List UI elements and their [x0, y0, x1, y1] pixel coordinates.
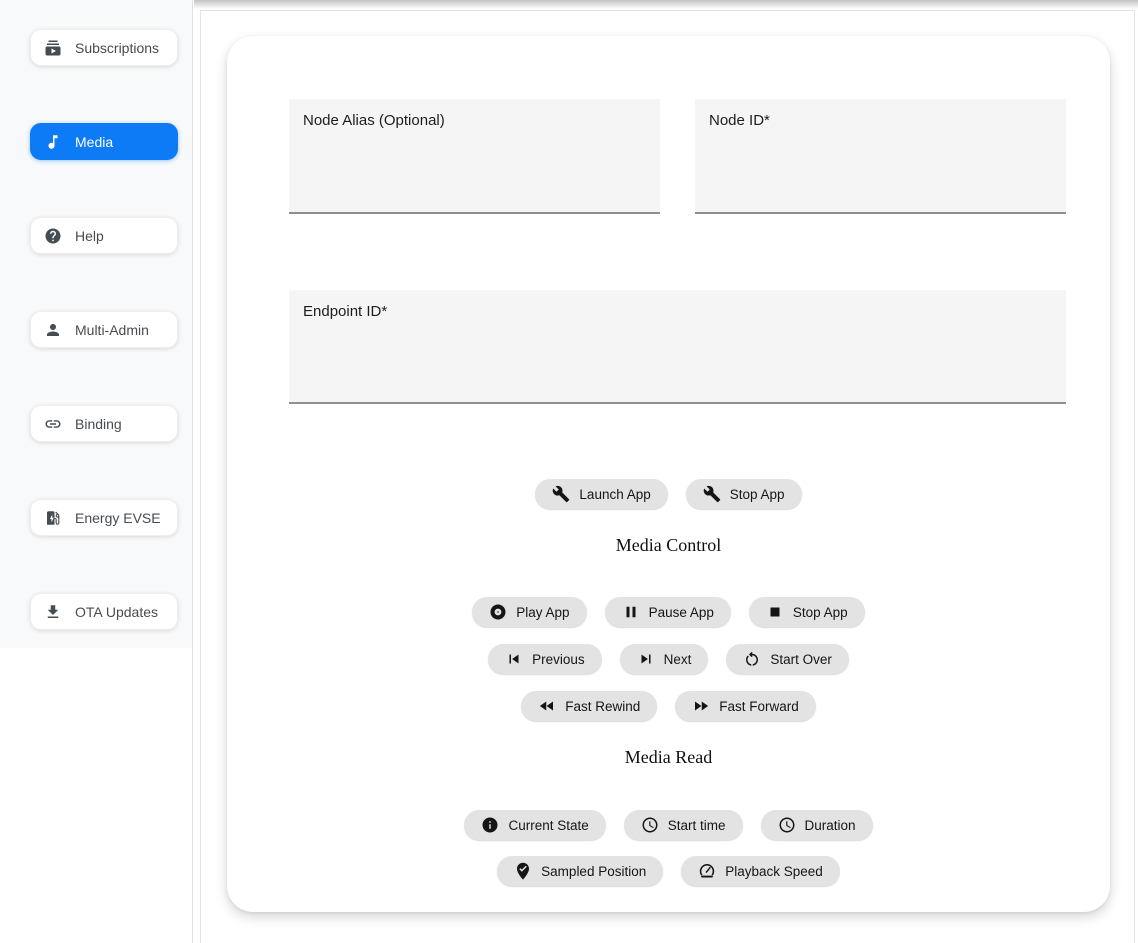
- media-cluster-card: Node Alias (Optional) Node ID* Endpoint …: [227, 36, 1110, 912]
- media-control-heading: Media Control: [227, 536, 1110, 554]
- sidebar-item-subscriptions[interactable]: Subscriptions: [30, 29, 178, 66]
- sidebar-item-label: OTA Updates: [75, 604, 158, 620]
- fast-forward-label: Fast Forward: [719, 699, 799, 714]
- sampled-position-button[interactable]: Sampled Position: [497, 856, 663, 886]
- sampled-position-label: Sampled Position: [541, 864, 646, 879]
- start-time-button[interactable]: Start time: [624, 810, 743, 840]
- play-app-label: Play App: [516, 605, 569, 620]
- current-state-button[interactable]: Current State: [464, 810, 605, 840]
- restart-icon: [743, 650, 761, 668]
- previous-label: Previous: [532, 652, 585, 667]
- media-read-heading: Media Read: [227, 748, 1110, 766]
- fast-rewind-icon: [538, 697, 556, 715]
- stop-icon: [766, 603, 784, 621]
- current-state-label: Current State: [508, 818, 588, 833]
- app-actions-row: Launch App Stop App: [227, 479, 1110, 509]
- duration-button[interactable]: Duration: [761, 810, 873, 840]
- stop-app-media-label: Stop App: [793, 605, 848, 620]
- endpoint-field-row: Endpoint ID*: [289, 290, 1066, 404]
- pause-app-label: Pause App: [649, 605, 714, 620]
- media-control-row-1: Play App Pause App Stop App: [227, 597, 1110, 627]
- content-panel: Node Alias (Optional) Node ID* Endpoint …: [200, 10, 1135, 943]
- node-alias-label: Node Alias (Optional): [303, 112, 445, 129]
- sidebar-item-binding[interactable]: Binding: [30, 405, 178, 442]
- top-scroll-shadow: [194, 0, 1138, 9]
- wrench-icon: [552, 485, 570, 503]
- playback-speed-button[interactable]: Playback Speed: [681, 856, 840, 886]
- next-button[interactable]: Next: [620, 644, 709, 674]
- start-time-label: Start time: [668, 818, 726, 833]
- start-over-button[interactable]: Start Over: [726, 644, 849, 674]
- sidebar-item-label: Subscriptions: [75, 40, 159, 56]
- sidebar-item-help[interactable]: Help: [30, 217, 178, 254]
- play-app-button[interactable]: Play App: [472, 597, 586, 627]
- clock-icon: [778, 816, 796, 834]
- download-icon: [44, 603, 62, 621]
- main-area: Node Alias (Optional) Node ID* Endpoint …: [193, 0, 1138, 943]
- location-check-icon: [514, 862, 532, 880]
- sidebar: Subscriptions Media Help Multi-Admin Bin: [0, 0, 193, 943]
- node-fields-row: Node Alias (Optional) Node ID*: [289, 99, 1066, 214]
- fast-rewind-label: Fast Rewind: [565, 699, 640, 714]
- start-over-label: Start Over: [770, 652, 832, 667]
- playback-speed-label: Playback Speed: [725, 864, 823, 879]
- endpoint-id-label: Endpoint ID*: [303, 303, 387, 320]
- fast-rewind-button[interactable]: Fast Rewind: [521, 691, 657, 721]
- pause-icon: [622, 603, 640, 621]
- endpoint-id-field[interactable]: Endpoint ID*: [289, 290, 1066, 404]
- skip-previous-icon: [505, 650, 523, 668]
- help-icon: [44, 227, 62, 245]
- sidebar-nav: Subscriptions Media Help Multi-Admin Bin: [0, 0, 192, 648]
- info-icon: [481, 816, 499, 834]
- clock-icon: [641, 816, 659, 834]
- fast-forward-button[interactable]: Fast Forward: [675, 691, 816, 721]
- sidebar-item-label: Energy EVSE: [75, 510, 161, 526]
- node-alias-field[interactable]: Node Alias (Optional): [289, 99, 660, 214]
- sidebar-item-label: Help: [75, 228, 104, 244]
- ev-station-icon: [44, 509, 62, 527]
- music-note-icon: [44, 133, 62, 151]
- node-id-field[interactable]: Node ID*: [695, 99, 1066, 214]
- stop-app-label: Stop App: [730, 487, 785, 502]
- fast-forward-icon: [692, 697, 710, 715]
- media-read-row-2: Sampled Position Playback Speed: [227, 856, 1110, 886]
- pause-app-button[interactable]: Pause App: [605, 597, 731, 627]
- person-icon: [44, 321, 62, 339]
- media-control-row-3: Fast Rewind Fast Forward: [227, 691, 1110, 721]
- sidebar-item-ota-updates[interactable]: OTA Updates: [30, 593, 178, 630]
- sidebar-item-energy-evse[interactable]: Energy EVSE: [30, 499, 178, 536]
- media-control-row-2: Previous Next Start Over: [227, 644, 1110, 674]
- previous-button[interactable]: Previous: [488, 644, 602, 674]
- duration-label: Duration: [805, 818, 856, 833]
- skip-next-icon: [637, 650, 655, 668]
- speedometer-icon: [698, 862, 716, 880]
- next-label: Next: [664, 652, 692, 667]
- launch-app-button[interactable]: Launch App: [535, 479, 667, 509]
- stop-app-media-button[interactable]: Stop App: [749, 597, 865, 627]
- sidebar-item-label: Binding: [75, 416, 122, 432]
- stop-app-button[interactable]: Stop App: [686, 479, 802, 509]
- sidebar-item-label: Multi-Admin: [75, 322, 149, 338]
- link-icon: [44, 415, 62, 433]
- play-disc-icon: [489, 603, 507, 621]
- sidebar-item-media[interactable]: Media: [30, 123, 178, 160]
- media-read-row-1: Current State Start time Duration: [227, 810, 1110, 840]
- sidebar-item-multi-admin[interactable]: Multi-Admin: [30, 311, 178, 348]
- node-id-label: Node ID*: [709, 112, 770, 129]
- sidebar-item-label: Media: [75, 134, 113, 150]
- wrench-icon: [703, 485, 721, 503]
- subscriptions-icon: [44, 39, 62, 57]
- launch-app-label: Launch App: [579, 487, 650, 502]
